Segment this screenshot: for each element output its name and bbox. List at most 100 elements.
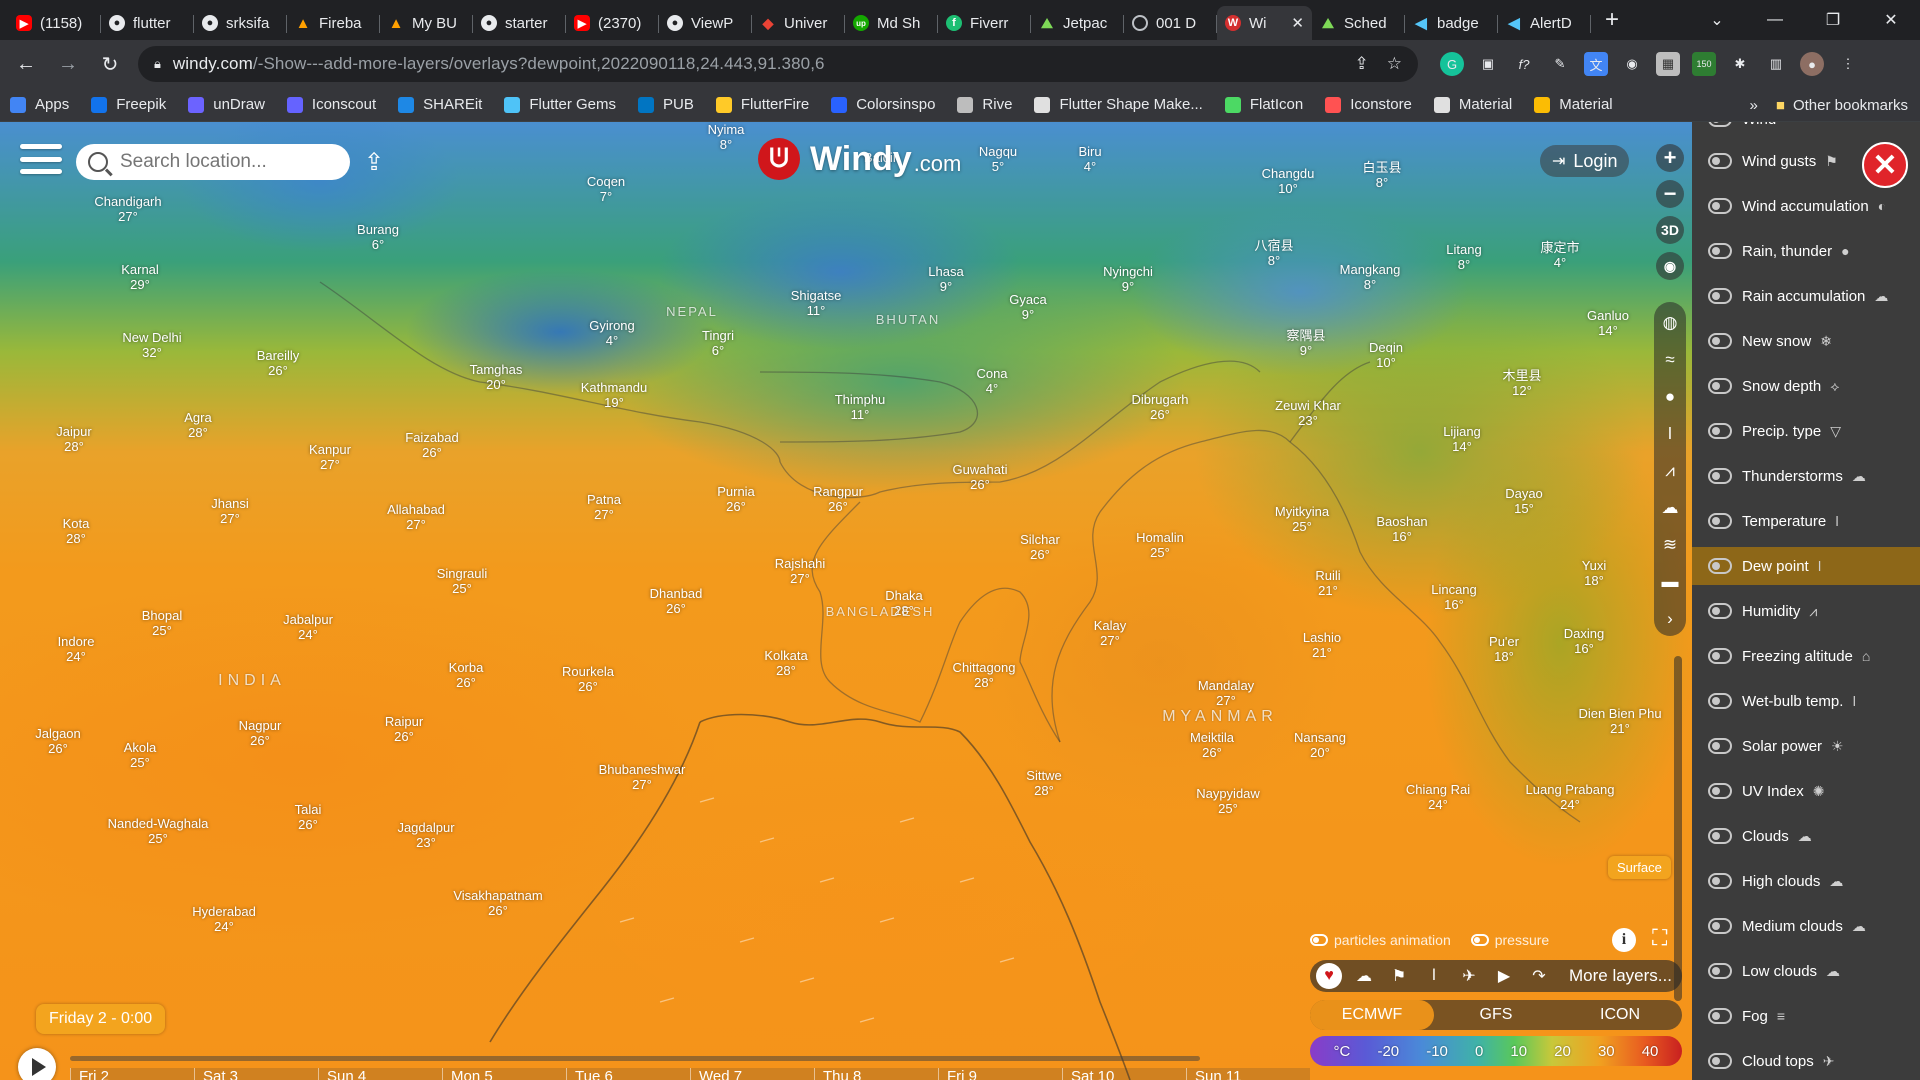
city-label[interactable]: Bhopal 25° [142,608,182,638]
overlay-toggle[interactable] [1708,873,1732,889]
bookmark-item[interactable]: Material [1433,96,1512,113]
bookmark-item[interactable]: Flutter Gems [504,96,616,113]
overlay-toggle[interactable] [1708,918,1732,934]
city-label[interactable]: Dayao 15° [1505,486,1543,516]
zoom-out-button[interactable]: − [1656,180,1684,208]
chrome-menu-icon[interactable]: ⋮ [1836,52,1860,76]
more-layers-button[interactable]: More layers... [1569,966,1672,986]
overlay-item[interactable]: UV Index ✺ [1692,772,1920,810]
browser-tab[interactable]: ● starter [473,6,566,40]
city-label[interactable]: Allahabad 27° [387,502,445,532]
tab-search-icon[interactable]: ⌄ [1688,10,1746,30]
city-label[interactable]: Jalgaon 26° [35,726,81,756]
bookmark-item[interactable]: FlutterFire [715,96,809,113]
overlay-item[interactable]: Snow depth ⟡ [1692,367,1920,405]
city-label[interactable]: 康定市 4° [1540,240,1579,270]
zoom-in-button[interactable]: + [1656,144,1684,172]
overlay-item[interactable]: Thunderstorms ☁︎ [1692,457,1920,495]
city-label[interactable]: New Delhi 32° [122,330,181,360]
city-label[interactable]: 白玉县 8° [1362,160,1401,190]
overlay-item[interactable]: Wet-bulb temp. ǀ [1692,682,1920,720]
city-label[interactable]: Hyderabad 24° [192,904,256,934]
overlay-toggle[interactable] [1708,122,1732,127]
city-label[interactable]: Mangkang 8° [1340,262,1401,292]
overlay-toggle[interactable] [1708,423,1732,439]
timeline-day[interactable]: Sat 10 [1062,1068,1186,1080]
city-label[interactable]: Nansang 20° [1294,730,1346,760]
city-label[interactable]: Luang Prabang 24° [1526,782,1615,812]
city-label[interactable]: Dhanbad 26° [650,586,703,616]
city-label[interactable]: Dibrugarh 26° [1131,392,1188,422]
browser-tab[interactable]: ▲ My BU [380,6,473,40]
city-label[interactable]: Myitkyina 25° [1275,504,1329,534]
browser-tab[interactable]: ⛰ Sched [1312,6,1405,40]
back-icon[interactable]: ← [10,48,42,80]
fullscreen-icon[interactable]: ⛶ [1652,925,1667,951]
city-label[interactable]: Purnia 26° [717,484,755,514]
overlay-toggle[interactable] [1708,1053,1732,1069]
overlay-item[interactable]: Fog ≡ [1692,997,1920,1035]
city-label[interactable]: Guwahati 26° [953,462,1008,492]
badge-extension-icon[interactable]: 150 [1692,52,1716,76]
city-label[interactable]: Meiktila 26° [1190,730,1234,760]
thunder-cloud-icon[interactable]: ☁︎ [1351,963,1377,989]
overlay-toggle[interactable] [1708,153,1732,169]
city-label[interactable]: Visakhapatnam 26° [453,888,542,918]
time-bubble[interactable]: Friday 2 - 0:00 [36,1004,166,1034]
waves-layer-icon[interactable]: ≋ [1663,532,1677,558]
model-option[interactable]: GFS [1434,1000,1558,1030]
city-label[interactable]: Pu'er 18° [1489,634,1519,664]
city-label[interactable]: Biru 4° [1078,144,1101,174]
share-page-icon[interactable]: ⇪ [1355,54,1369,74]
overlay-item[interactable]: Rain accumulation ☁︎ [1692,277,1920,315]
timeline-day[interactable]: Thu 8 [814,1068,938,1080]
play-button[interactable] [18,1048,56,1080]
city-label[interactable]: Dien Bien Phu 21° [1578,706,1661,736]
bookmark-item[interactable]: Iconscout [286,96,376,113]
wind-layer-icon[interactable]: ≈ [1665,347,1674,373]
city-label[interactable]: Raipur 26° [385,714,423,744]
close-window-icon[interactable]: ✕ [1862,10,1920,30]
city-label[interactable]: Kathmandu 19° [581,380,648,410]
overlay-item[interactable]: Cloud tops ✈︎ [1692,1042,1920,1080]
city-label[interactable]: 八宿县 8° [1254,238,1293,268]
city-label[interactable]: 察隅县 9° [1286,328,1325,358]
city-label[interactable]: Yuxi 18° [1582,558,1607,588]
city-label[interactable]: Rangpur 26° [813,484,863,514]
airport-icon[interactable]: ✈︎ [1456,963,1482,989]
timeline-day[interactable]: Tue 6 [566,1068,690,1080]
city-label[interactable]: Korba 26° [449,660,484,690]
city-label[interactable]: Bareilly 26° [257,348,300,378]
bookmark-item[interactable]: SHAREit [398,96,482,113]
overlay-toggle[interactable] [1708,468,1732,484]
mountain-layer-icon[interactable]: ⩘ [1665,458,1675,484]
overlay-item[interactable]: Medium clouds ☁︎ [1692,907,1920,945]
overlay-toggle[interactable] [1708,243,1732,259]
overlay-toggle[interactable] [1708,963,1732,979]
globe-layer-icon[interactable]: ◍ [1663,310,1678,336]
close-tab-icon[interactable]: ✕ [1291,14,1304,32]
browser-tab[interactable]: ◀ badge [1405,6,1498,40]
info-icon[interactable]: i [1612,928,1636,952]
heart-icon[interactable]: ♥ [1316,963,1342,989]
city-label[interactable]: Zeuwi Khar 23° [1275,398,1341,428]
bookmark-item[interactable]: Colorsinspo [831,96,935,113]
overlay-toggle[interactable] [1708,513,1732,529]
overlay-item[interactable]: High clouds ☁︎ [1692,862,1920,900]
city-label[interactable]: Lincang 16° [1431,582,1477,612]
city-label[interactable]: Ganluo 14° [1587,308,1629,338]
close-panel-button[interactable]: ✕ [1862,142,1908,188]
city-label[interactable]: Cona 4° [976,366,1007,396]
gust-flag-icon[interactable]: ⚑ [1386,963,1412,989]
overlay-toggle[interactable] [1708,738,1732,754]
city-label[interactable]: Mandalay 27° [1198,678,1254,708]
browser-tab[interactable]: ● ViewP [659,6,752,40]
address-bar[interactable]: 🔒︎ windy.com/-Show---add-more-layers/ove… [138,46,1418,82]
timeline-day[interactable]: Sun 11 [1186,1068,1310,1080]
city-label[interactable]: Chittagong 28° [953,660,1016,690]
city-label[interactable]: Jaipur 28° [56,424,91,454]
city-label[interactable]: Nagpur 26° [239,718,282,748]
city-label[interactable]: Nanded-Waghala 25° [108,816,209,846]
city-label[interactable]: Nyima 8° [708,122,745,152]
minimize-icon[interactable]: — [1746,11,1804,29]
